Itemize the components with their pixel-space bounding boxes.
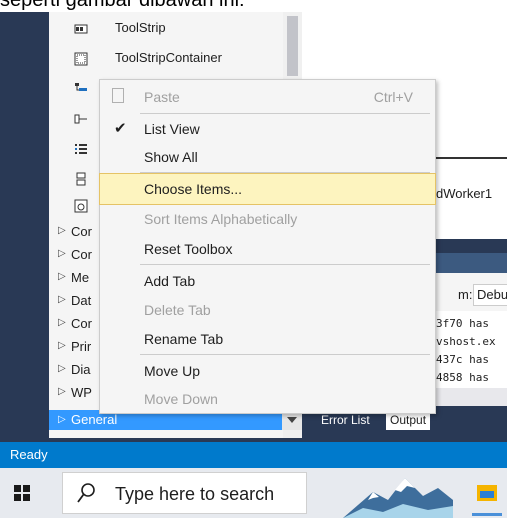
toolstripcontainer-icon: [74, 52, 88, 66]
output-line: 437c has: [436, 353, 489, 366]
windows-taskbar: Type here to search: [0, 468, 507, 518]
menu-item-delete-tab[interactable]: Delete Tab: [100, 295, 435, 325]
tab-error-list[interactable]: Error List: [317, 412, 374, 430]
document-caption: seperti gambar dibawah ini:: [0, 0, 507, 12]
output-line: vshost.ex: [436, 335, 496, 348]
listview-icon: [75, 144, 87, 154]
menu-item-reset-toolbox[interactable]: Reset Toolbox: [100, 234, 435, 264]
expand-arrow-icon: ▷: [58, 248, 66, 259]
caption-text: seperti gambar dibawah ini:: [0, 0, 245, 11]
menu-separator: [140, 264, 430, 265]
expand-arrow-icon: ▷: [58, 340, 66, 351]
treeview-icon: [75, 83, 87, 91]
windows-start-icon[interactable]: [14, 485, 30, 501]
background-worker-component[interactable]: dWorker1: [436, 186, 492, 201]
paste-icon: [112, 88, 124, 103]
trackbar-icon: [74, 114, 87, 124]
menu-item-paste[interactable]: Paste Ctrl+V: [100, 82, 435, 112]
expand-arrow-icon: ▷: [58, 386, 66, 397]
layout-icon: [76, 172, 86, 186]
expand-arrow-icon: ▷: [58, 225, 66, 236]
expand-arrow-icon: ▷: [58, 317, 66, 328]
toolbox-item[interactable]: ToolStripContainer: [49, 48, 283, 70]
menu-item-rename-tab[interactable]: Rename Tab: [100, 324, 435, 354]
toolbox-item-label: ToolStrip: [115, 20, 166, 35]
status-bar: Ready: [0, 442, 507, 468]
output-line: 3f70 has: [436, 317, 489, 330]
search-highlight-image-icon: [343, 478, 453, 518]
expand-arrow-icon: ▷: [58, 294, 66, 305]
toolbox-context-menu: Paste Ctrl+V ✔ List View Show All Choose…: [99, 79, 436, 414]
output-source-select[interactable]: Debug: [473, 284, 507, 306]
menu-item-sort-alphabetically[interactable]: Sort Items Alphabetically: [100, 204, 435, 234]
toolbox-item-label: ToolStripContainer: [115, 50, 222, 65]
tab-output[interactable]: Output: [386, 412, 431, 430]
output-source-label: m:: [458, 287, 473, 302]
taskbar-search-box[interactable]: Type here to search: [62, 472, 307, 514]
menu-item-list-view[interactable]: ✔ List View: [100, 114, 435, 144]
menu-separator: [140, 354, 430, 355]
output-line: 4858 has: [436, 371, 489, 384]
checkmark-icon: ✔: [114, 119, 127, 137]
toolbox-item[interactable]: ToolStrip: [49, 18, 283, 40]
file-explorer-icon[interactable]: [477, 485, 497, 501]
toolstrip-icon: [74, 24, 88, 34]
menu-item-choose-items[interactable]: Choose Items...: [99, 173, 436, 205]
search-placeholder: Type here to search: [115, 484, 275, 504]
active-app-indicator: [472, 513, 502, 516]
toolbox-scrollbar-thumb[interactable]: [287, 16, 298, 76]
search-icon: [77, 483, 95, 503]
expand-arrow-icon: ▷: [58, 363, 66, 374]
expand-arrow-icon: ▷: [58, 271, 66, 282]
menu-item-show-all[interactable]: Show All: [100, 142, 435, 172]
menu-item-move-up[interactable]: Move Up: [100, 356, 435, 386]
menu-separator: [140, 172, 430, 173]
webbrowser-icon: [74, 199, 88, 213]
expand-arrow-icon: ▷: [58, 414, 66, 425]
menu-item-move-down[interactable]: Move Down: [100, 384, 435, 414]
menu-item-add-tab[interactable]: Add Tab: [100, 266, 435, 296]
status-text: Ready: [10, 447, 48, 462]
